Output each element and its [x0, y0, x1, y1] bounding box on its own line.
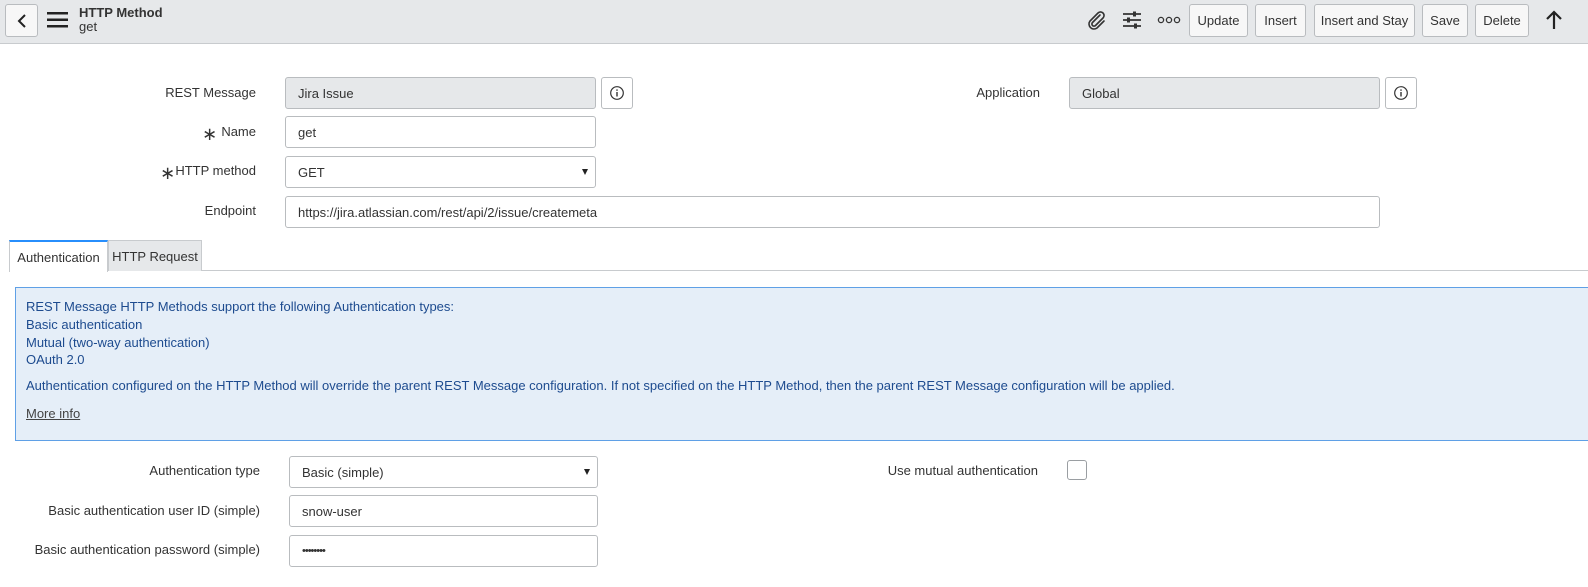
user-id-input[interactable]: snow-user [289, 495, 598, 527]
authentication-type-label: Authentication type [149, 463, 260, 478]
password-input[interactable]: •••••••• [289, 535, 598, 567]
name-input[interactable]: get [285, 116, 596, 148]
mutual-auth-checkbox[interactable] [1067, 460, 1087, 480]
info-icon [610, 86, 624, 100]
insert-button[interactable]: Insert [1255, 4, 1306, 37]
application-field: Global [1069, 77, 1380, 109]
http-method-label: HTTP method [175, 163, 256, 178]
info-heading: REST Message HTTP Methods support the fo… [26, 299, 455, 314]
rest-message-label: REST Message [165, 85, 256, 100]
form-header: HTTP Method get Update Insert Insert and… [0, 0, 1588, 44]
application-label: Application [976, 85, 1040, 100]
save-button[interactable]: Save [1422, 4, 1468, 37]
caret-down-icon [584, 469, 590, 475]
caret-down-icon [582, 169, 588, 175]
info-note: Authentication configured on the HTTP Me… [26, 378, 1175, 393]
tabs-divider [9, 270, 1588, 271]
authentication-type-select[interactable]: Basic (simple) [289, 456, 598, 488]
endpoint-label: Endpoint [204, 203, 256, 218]
authentication-info-box: REST Message HTTP Methods support the fo… [15, 287, 1588, 441]
page-title: HTTP Method [79, 5, 163, 20]
hamburger-menu-icon[interactable] [47, 11, 69, 29]
http-method-value: GET [298, 164, 325, 180]
info-type-item: OAuth 2.0 [26, 352, 85, 367]
chevron-left-icon [17, 13, 26, 28]
delete-button[interactable]: Delete [1475, 4, 1529, 37]
user-id-label: Basic authentication user ID (simple) [48, 503, 260, 518]
arrow-up-icon[interactable] [1542, 8, 1566, 32]
rest-message-field: Jira Issue [285, 77, 596, 109]
insert-and-stay-button[interactable]: Insert and Stay [1314, 4, 1415, 37]
info-type-item: Basic authentication [26, 317, 143, 332]
more-info-link[interactable]: More info [26, 406, 80, 422]
info-type-item: Mutual (two-way authentication) [26, 335, 210, 350]
more-options-icon[interactable] [1157, 8, 1181, 32]
settings-sliders-icon[interactable] [1120, 8, 1144, 32]
authentication-type-value: Basic (simple) [302, 464, 384, 480]
endpoint-input[interactable]: https://jira.atlassian.com/rest/api/2/is… [285, 196, 1380, 228]
update-button[interactable]: Update [1189, 4, 1248, 37]
http-method-select[interactable]: GET [285, 156, 596, 188]
application-info-button[interactable] [1385, 77, 1417, 109]
page-subtitle: get [79, 19, 98, 34]
rest-message-info-button[interactable] [601, 77, 633, 109]
info-icon [1394, 86, 1408, 100]
tab-authentication[interactable]: Authentication [9, 240, 108, 272]
paperclip-icon[interactable] [1084, 8, 1108, 32]
back-button[interactable] [5, 4, 38, 37]
name-label: Name [221, 124, 256, 139]
password-label: Basic authentication password (simple) [34, 542, 260, 557]
tab-http-request[interactable]: HTTP Request [108, 240, 202, 271]
mutual-auth-label: Use mutual authentication [887, 463, 1038, 478]
